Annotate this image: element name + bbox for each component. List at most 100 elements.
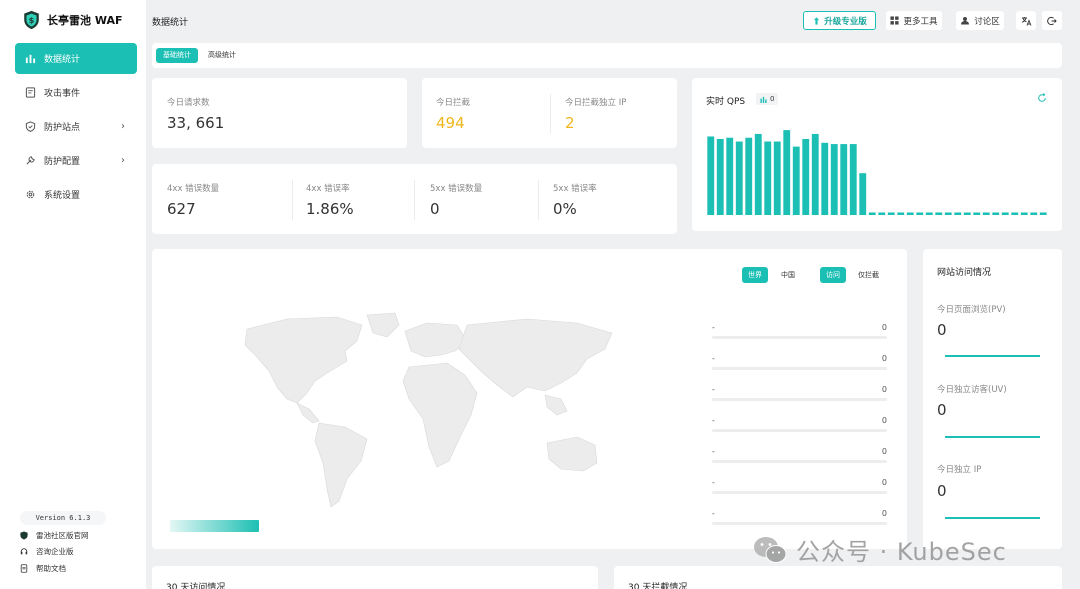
qps-bar: [1030, 212, 1038, 215]
qps-bar: [878, 212, 886, 215]
qps-bar: [992, 212, 1000, 215]
qps-bar: [754, 133, 762, 215]
qps-bar: [1039, 212, 1047, 215]
site-visits-card: 网站访问情况 今日页面浏览(PV) 0 今日独立访客(UV) 0 今日独立 IP…: [923, 249, 1062, 549]
tab-advanced-stats[interactable]: 高级统计: [201, 48, 243, 63]
africa-shape: [402, 362, 478, 468]
qps-bar: [925, 212, 933, 215]
sidebar-item-protection-config[interactable]: 防护配置 ›: [15, 145, 137, 176]
shield-icon: [25, 121, 36, 132]
document-icon: [25, 87, 36, 98]
asia-shape: [458, 318, 613, 398]
grid-icon: [890, 16, 900, 25]
help-docs-link[interactable]: 帮助文档: [20, 563, 66, 574]
sidebar-item-attack-events[interactable]: 攻击事件: [15, 77, 137, 108]
blocked-card: 今日拦截 494 今日拦截独立 IP 2: [422, 78, 677, 148]
ranking-name: -: [712, 354, 715, 363]
headset-icon: [20, 548, 28, 555]
sidebar-item-label: 攻击事件: [44, 89, 81, 99]
uv-sparkline: [945, 436, 1040, 438]
discussion-button[interactable]: 讨论区: [956, 11, 1004, 30]
community-icon: [961, 17, 970, 25]
upgrade-icon: [814, 16, 820, 25]
divider: [414, 180, 415, 220]
qps-bar: [764, 141, 772, 215]
divider: [538, 180, 539, 220]
tab-blocked-only[interactable]: 仅拦截: [852, 267, 885, 283]
logout-button[interactable]: [1042, 11, 1062, 30]
discussion-label: 讨论区: [974, 16, 1000, 27]
qps-bar: [1001, 212, 1009, 215]
tab-world[interactable]: 世界: [742, 267, 768, 283]
requests-value: 33, 661: [167, 114, 225, 132]
uv-value: 0: [937, 401, 947, 419]
unique-ip-value: 0: [937, 482, 947, 500]
greenland-shape: [366, 312, 400, 338]
blocked-ip-label: 今日拦截独立 IP: [565, 98, 627, 108]
ranking-value: 0: [881, 323, 887, 332]
unique-ip-sparkline: [945, 517, 1040, 519]
stats-tabs: 基础统计 高级统计: [152, 43, 1062, 68]
ranking-track: [712, 398, 887, 401]
footer-link-label: 帮助文档: [36, 564, 66, 573]
europe-shape: [404, 322, 468, 358]
bar-chart-icon: [25, 54, 36, 64]
watermark: 公众号 · KubeSec: [752, 532, 1007, 567]
sidebar-item-protected-sites[interactable]: 防护站点 ›: [15, 111, 137, 142]
enterprise-consult-link[interactable]: 咨询企业版: [20, 546, 74, 557]
ranking-track: [712, 336, 887, 339]
tab-visits[interactable]: 访问: [820, 267, 846, 283]
sidebar-item-label: 防护配置: [44, 157, 81, 167]
blocked-ip-value[interactable]: 2: [565, 114, 575, 132]
qps-bar: [735, 141, 743, 215]
pv-sparkline: [945, 355, 1040, 357]
qps-bar: [1011, 212, 1019, 215]
refresh-icon[interactable]: [1037, 93, 1047, 103]
qps-bar: [906, 212, 914, 215]
qps-title: 实时 QPS: [706, 97, 746, 107]
blocked-value[interactable]: 494: [436, 114, 465, 132]
translate-icon: [1021, 16, 1031, 26]
5xx-rate-label: 5xx 错误率: [553, 184, 597, 194]
blocks-30d-card: 30 天拦截情况: [614, 566, 1062, 589]
qps-bar: [982, 212, 990, 215]
ranking-row: - 0: [712, 509, 887, 530]
svg-text:$: $: [29, 15, 35, 25]
sidebar: $ 长亭雷池 WAF 数据统计 攻击事件 防护站点 › 防护配置 › 系统设置 …: [0, 0, 146, 589]
map-legend-gradient: [170, 520, 259, 532]
4xx-rate-label: 4xx 错误率: [306, 184, 350, 194]
sidebar-item-dashboard[interactable]: 数据统计: [15, 43, 137, 74]
app-logo[interactable]: $ 长亭雷池 WAF: [22, 10, 123, 30]
qps-card: 实时 QPS 0: [692, 78, 1062, 231]
ranking-row: - 0: [712, 385, 887, 406]
gear-icon: [26, 190, 35, 199]
language-button[interactable]: [1016, 11, 1036, 30]
logout-icon: [1047, 16, 1057, 25]
ranking-row: - 0: [712, 354, 887, 375]
qps-bar: [840, 144, 848, 215]
ranking-row: - 0: [712, 323, 887, 344]
ranking-value: 0: [881, 478, 887, 487]
tab-basic-stats[interactable]: 基础统计: [156, 48, 198, 63]
sidebar-item-system-settings[interactable]: 系统设置: [15, 179, 137, 210]
qps-bar: [954, 212, 962, 215]
sidebar-item-label: 系统设置: [44, 191, 81, 201]
qps-bar: [802, 139, 810, 215]
sidebar-nav: 数据统计 攻击事件 防护站点 › 防护配置 › 系统设置: [15, 43, 137, 213]
uv-label: 今日独立访客(UV): [937, 385, 1007, 395]
ranking-name: -: [712, 323, 715, 332]
qps-bar: [944, 212, 952, 215]
qps-bar: [830, 144, 838, 215]
blocked-label: 今日拦截: [436, 98, 471, 108]
qps-bar: [811, 133, 819, 215]
community-site-link[interactable]: 雷池社区版官网: [20, 530, 89, 541]
tab-china[interactable]: 中国: [775, 267, 801, 283]
version-label: Version 6.1.3: [20, 511, 106, 525]
divider: [292, 180, 293, 220]
qps-bar: [745, 137, 753, 215]
watermark-text: 公众号 · KubeSec: [796, 538, 1007, 566]
more-tools-button[interactable]: 更多工具: [886, 11, 942, 30]
4xx-count-value: 627: [167, 200, 196, 218]
upgrade-button[interactable]: 升级专业版: [803, 11, 876, 30]
qps-badge: 0: [756, 93, 779, 105]
